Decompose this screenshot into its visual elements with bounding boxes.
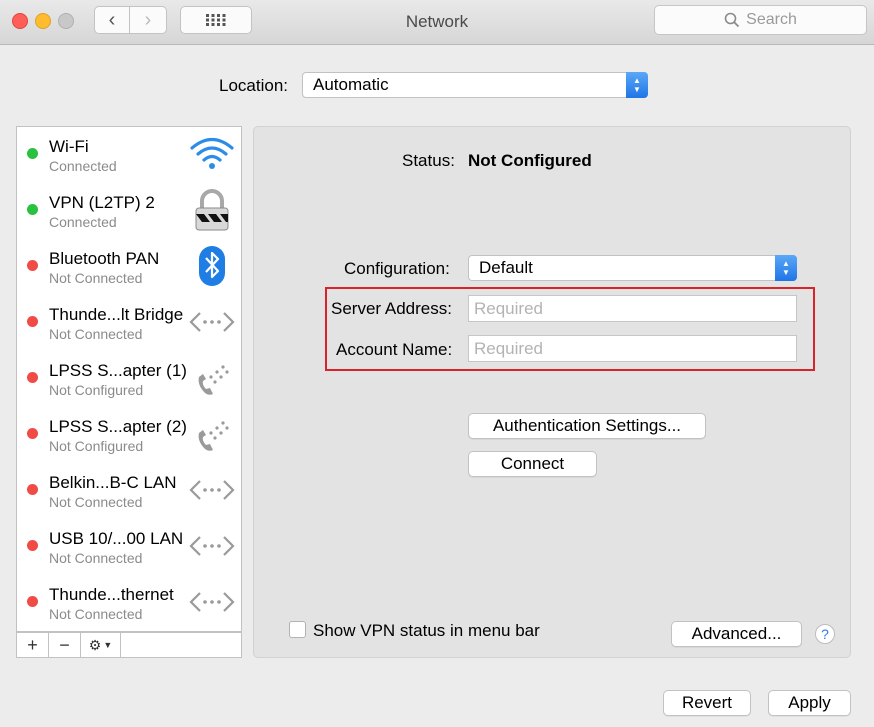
select-arrows-icon: ▲ ▼	[775, 255, 797, 281]
ethernet-icon	[189, 592, 235, 612]
service-item-thunderbolt-bridge[interactable]: Thunde...lt Bridge Not Connected	[17, 295, 241, 351]
service-actions-button[interactable]: ⚙ ▼	[81, 633, 121, 657]
show-vpn-status-label: Show VPN status in menu bar	[313, 621, 540, 640]
connect-button[interactable]: Connect	[468, 451, 597, 477]
configuration-label: Configuration:	[344, 259, 450, 278]
ethernet-icon	[189, 312, 235, 332]
service-item-vpn[interactable]: VPN (L2TP) 2 Connected	[17, 183, 241, 239]
service-name: Belkin...B-C LAN	[49, 473, 177, 492]
service-status: Not Connected	[49, 550, 143, 566]
service-status: Connected	[49, 158, 117, 174]
status-value: Not Configured	[468, 151, 592, 170]
status-dot	[27, 260, 38, 271]
title-bar: ‹ › Network Search	[0, 0, 874, 45]
highlight-box	[325, 287, 815, 371]
location-label: Location:	[219, 76, 288, 95]
service-name: VPN (L2TP) 2	[49, 193, 155, 212]
revert-button[interactable]: Revert	[663, 690, 751, 716]
service-status: Not Connected	[49, 326, 143, 342]
service-name: LPSS S...apter (2)	[49, 417, 187, 436]
service-item-belkin-lan[interactable]: Belkin...B-C LAN Not Connected	[17, 463, 241, 519]
service-item-usb-lan[interactable]: USB 10/...00 LAN Not Connected	[17, 519, 241, 575]
service-name: Bluetooth PAN	[49, 249, 160, 268]
service-status: Not Connected	[49, 270, 143, 286]
bluetooth-icon	[199, 246, 225, 286]
advanced-button[interactable]: Advanced...	[671, 621, 802, 647]
ethernet-icon	[189, 536, 235, 556]
service-name: Wi-Fi	[49, 137, 89, 156]
search-field[interactable]: Search	[654, 5, 867, 35]
service-list[interactable]: Wi-Fi Connected VPN (L2TP) 2 Connected B…	[16, 126, 242, 632]
status-dot	[27, 316, 38, 327]
service-item-lpss-1[interactable]: LPSS S...apter (1) Not Configured	[17, 351, 241, 407]
phone-icon	[198, 421, 229, 451]
select-arrows-icon: ▲ ▼	[626, 72, 648, 98]
service-item-thunderbolt-ethernet[interactable]: Thunde...thernet Not Connected	[17, 575, 241, 631]
authentication-settings-button[interactable]: Authentication Settings...	[468, 413, 706, 439]
status-dot	[27, 596, 38, 607]
service-list-toolbar: + − ⚙ ▼	[16, 632, 242, 658]
service-status: Connected	[49, 214, 117, 230]
status-dot	[27, 484, 38, 495]
search-icon	[724, 12, 740, 28]
status-dot	[27, 540, 38, 551]
service-item-bluetooth[interactable]: Bluetooth PAN Not Connected	[17, 239, 241, 295]
vpn-detail-panel	[253, 126, 851, 658]
apply-button[interactable]: Apply	[768, 690, 851, 716]
configuration-select[interactable]: Default ▲ ▼	[468, 255, 797, 281]
service-status: Not Connected	[49, 606, 143, 622]
add-service-button[interactable]: +	[17, 633, 49, 657]
status-dot	[27, 204, 38, 215]
service-name: LPSS S...apter (1)	[49, 361, 187, 380]
show-vpn-status-checkbox[interactable]	[289, 621, 306, 638]
phone-icon	[198, 365, 229, 395]
service-item-wifi[interactable]: Wi-Fi Connected	[17, 127, 241, 183]
service-name: Thunde...lt Bridge	[49, 305, 184, 324]
service-status: Not Configured	[49, 382, 144, 398]
status-dot	[27, 428, 38, 439]
wifi-icon	[190, 137, 234, 169]
ethernet-icon	[189, 480, 235, 500]
service-item-lpss-2[interactable]: LPSS S...apter (2) Not Configured	[17, 407, 241, 463]
service-name: Thunde...thernet	[49, 585, 174, 604]
service-status: Not Configured	[49, 438, 144, 454]
chevron-down-icon: ▼	[103, 640, 113, 650]
location-value: Automatic	[313, 75, 389, 94]
status-dot	[27, 148, 38, 159]
vpn-lock-icon	[195, 189, 229, 231]
configuration-value: Default	[479, 258, 533, 277]
service-status: Not Connected	[49, 494, 143, 510]
service-name: USB 10/...00 LAN	[49, 529, 184, 548]
gear-icon: ⚙	[88, 636, 102, 653]
location-select[interactable]: Automatic ▲ ▼	[302, 72, 648, 98]
remove-service-button[interactable]: −	[49, 633, 81, 657]
help-button[interactable]: ?	[815, 624, 835, 644]
status-dot	[27, 372, 38, 383]
status-label: Status:	[402, 151, 455, 170]
search-placeholder: Search	[746, 11, 797, 28]
